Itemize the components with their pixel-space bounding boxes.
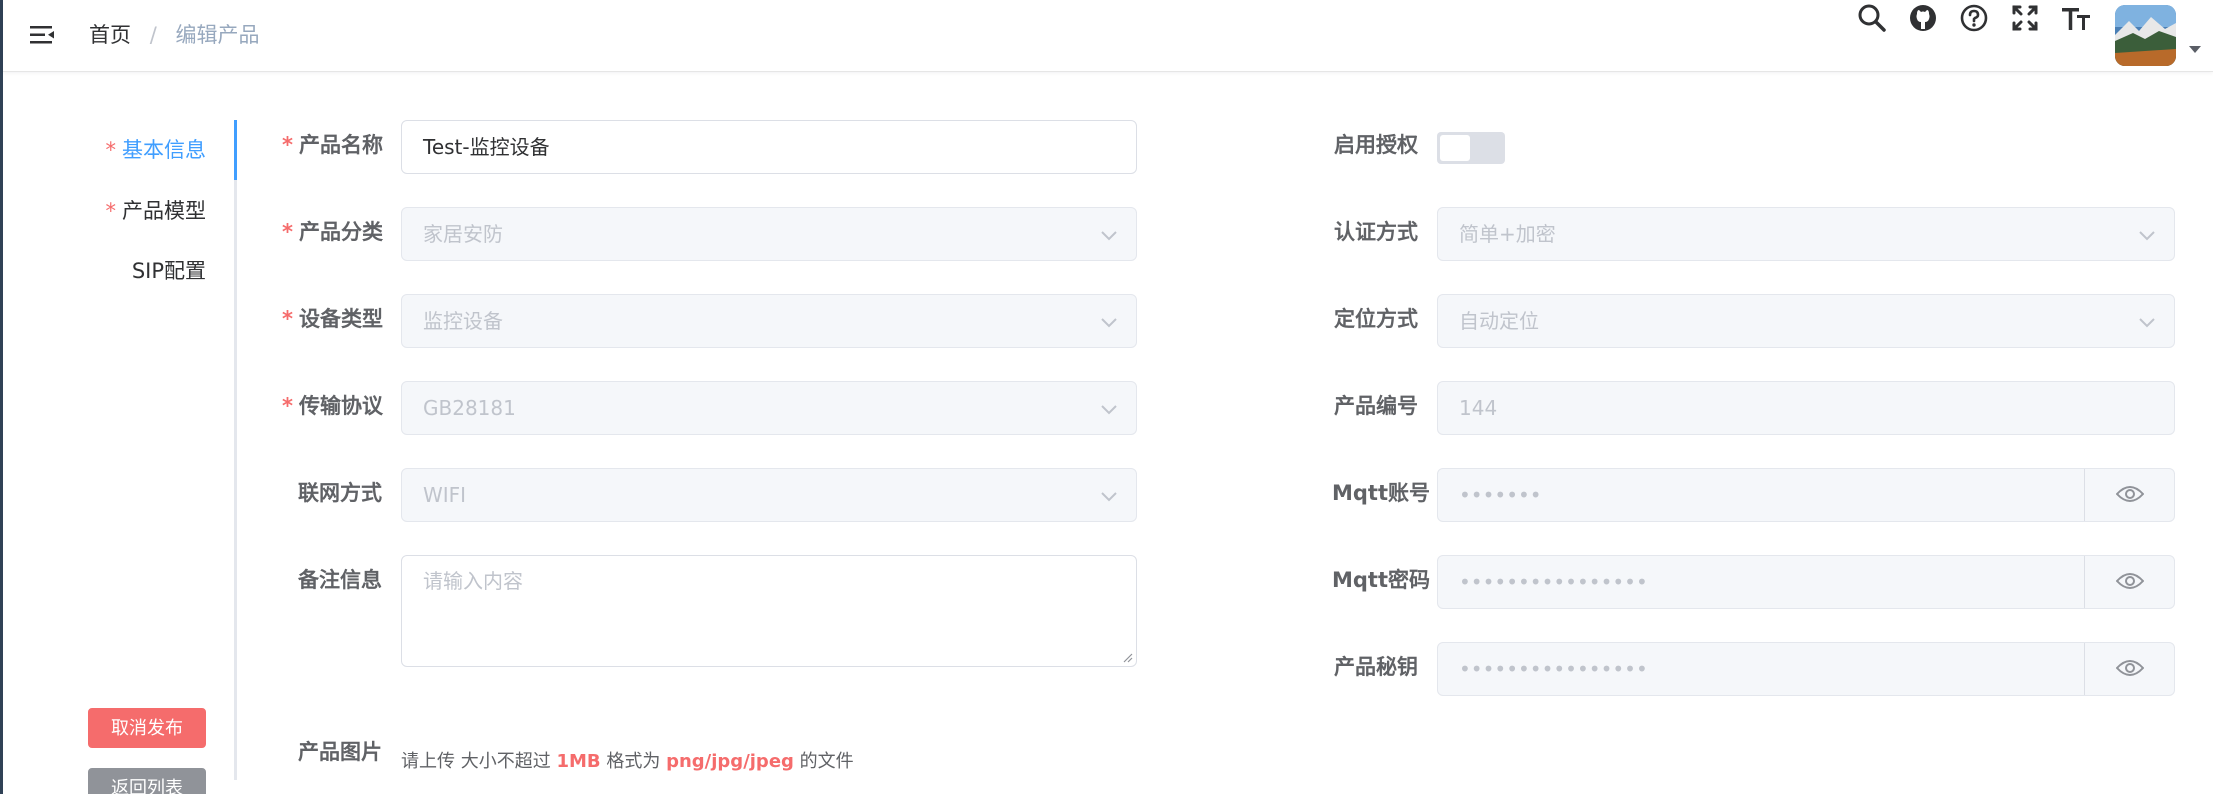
product-id-input[interactable]: 144 xyxy=(1437,381,2175,435)
auth-method-select[interactable]: 简单+加密 xyxy=(1437,207,2175,261)
github-icon[interactable] xyxy=(1905,0,1941,36)
mqtt-account-value: ••••••• xyxy=(1459,483,1542,507)
tab-label: 产品模型 xyxy=(122,199,206,223)
tab-basic-info[interactable]: * 基本信息 xyxy=(106,135,207,165)
tab-label: SIP配置 xyxy=(131,259,206,283)
hint-formats: png/jpg/jpeg xyxy=(666,751,794,772)
breadcrumb-current: 编辑产品 xyxy=(175,23,260,47)
protocol-label: * 传输协议 xyxy=(282,394,383,418)
image-upload-hint: 请上传 大小不超过 1MB 格式为 png/jpg/jpeg 的文件 xyxy=(401,747,854,777)
product-image-label: 产品图片 xyxy=(298,740,382,764)
tab-sip-config[interactable]: SIP配置 xyxy=(132,256,206,286)
network-label: 联网方式 xyxy=(298,481,382,505)
edit-product-panel: * 基本信息 * 产品模型 SIP配置 取消发布 返回列表 * 产品名称 Test-监… xyxy=(12,82,2213,794)
hint-prefix: 请上传 大小不超过 xyxy=(401,751,551,772)
breadcrumb-separator: / xyxy=(149,23,157,47)
hamburger-menu-icon[interactable] xyxy=(27,20,57,50)
location-select[interactable]: 自动定位 xyxy=(1437,294,2175,348)
sidebar-edge xyxy=(0,0,3,794)
device-type-label: * 设备类型 xyxy=(282,307,383,331)
location-label: 定位方式 xyxy=(1334,307,1418,331)
unpublish-button[interactable]: 取消发布 xyxy=(88,708,206,748)
mqtt-password-value: •••••••••••••••• xyxy=(1459,570,1648,594)
chevron-down-icon xyxy=(2139,231,2155,241)
product-secret-label: 产品秘钥 xyxy=(1334,655,1418,679)
show-password-button[interactable] xyxy=(2084,556,2174,608)
chevron-down-icon xyxy=(1101,405,1117,415)
mqtt-password-input[interactable]: •••••••••••••••• xyxy=(1437,555,2175,609)
protocol-select[interactable]: GB28181 xyxy=(401,381,1137,435)
breadcrumb: 首页 / 编辑产品 xyxy=(89,20,259,50)
switch-knob xyxy=(1440,135,1470,161)
product-tabs: * 基本信息 * 产品模型 SIP配置 取消发布 返回列表 xyxy=(12,120,237,794)
product-category-select[interactable]: 家居安防 xyxy=(401,207,1137,261)
eye-icon xyxy=(2116,486,2144,502)
tab-product-model[interactable]: * 产品模型 xyxy=(106,196,207,226)
product-name-input[interactable]: Test-监控设备 xyxy=(401,120,1137,174)
product-category-label: * 产品分类 xyxy=(282,220,383,244)
eye-icon xyxy=(2116,660,2144,676)
auth-method-label: 认证方式 xyxy=(1334,220,1418,244)
back-to-list-button[interactable]: 返回列表 xyxy=(88,768,206,794)
search-icon[interactable] xyxy=(1854,0,1890,36)
show-password-button[interactable] xyxy=(2084,643,2174,695)
mqtt-account-label: Mqtt账号 xyxy=(1332,481,1431,505)
auth-method-value: 简单+加密 xyxy=(1459,222,1556,246)
mqtt-password-label: Mqtt密码 xyxy=(1332,568,1431,592)
protocol-value: GB28181 xyxy=(423,396,516,420)
chevron-down-icon xyxy=(1101,231,1117,241)
product-secret-input[interactable]: •••••••••••••••• xyxy=(1437,642,2175,696)
user-avatar[interactable] xyxy=(2115,5,2176,66)
show-password-button[interactable] xyxy=(2084,469,2174,521)
remark-label: 备注信息 xyxy=(298,568,382,592)
device-type-select[interactable]: 监控设备 xyxy=(401,294,1137,348)
help-icon[interactable] xyxy=(1956,0,1992,36)
product-category-value: 家居安防 xyxy=(423,222,503,246)
fullscreen-icon[interactable] xyxy=(2007,0,2043,36)
chevron-down-icon xyxy=(1101,318,1117,328)
chevron-down-icon xyxy=(2139,318,2155,328)
remark-textarea[interactable]: 请输入内容 xyxy=(401,555,1137,667)
required-star: * xyxy=(105,138,117,162)
breadcrumb-home[interactable]: 首页 xyxy=(89,23,131,47)
network-value: WIFI xyxy=(423,483,467,507)
network-select[interactable]: WIFI xyxy=(401,468,1137,522)
resize-handle-icon[interactable] xyxy=(1123,653,1133,663)
auth-enable-switch[interactable] xyxy=(1437,132,1505,164)
auth-enable-label: 启用授权 xyxy=(1334,133,1418,157)
navbar: 首页 / 编辑产品 xyxy=(3,0,2213,72)
product-id-label: 产品编号 xyxy=(1334,394,1418,418)
chevron-down-icon xyxy=(1101,492,1117,502)
product-name-label: * 产品名称 xyxy=(282,133,383,157)
mqtt-account-input[interactable]: ••••••• xyxy=(1437,468,2175,522)
user-menu-caret-icon[interactable] xyxy=(2189,46,2201,53)
location-value: 自动定位 xyxy=(1459,309,1539,333)
product-secret-value: •••••••••••••••• xyxy=(1459,657,1648,681)
device-type-value: 监控设备 xyxy=(423,309,503,333)
eye-icon xyxy=(2116,573,2144,589)
hint-mid: 格式为 xyxy=(606,751,661,772)
hint-suffix: 的文件 xyxy=(799,751,854,772)
required-star: * xyxy=(105,199,117,223)
tab-active-indicator xyxy=(234,120,237,180)
tab-label: 基本信息 xyxy=(122,138,206,162)
remark-placeholder: 请输入内容 xyxy=(423,569,523,593)
hint-size: 1MB xyxy=(556,751,601,772)
product-id-value: 144 xyxy=(1459,396,1498,420)
product-name-value: Test-监控设备 xyxy=(423,135,550,159)
font-size-icon[interactable] xyxy=(2058,0,2094,36)
